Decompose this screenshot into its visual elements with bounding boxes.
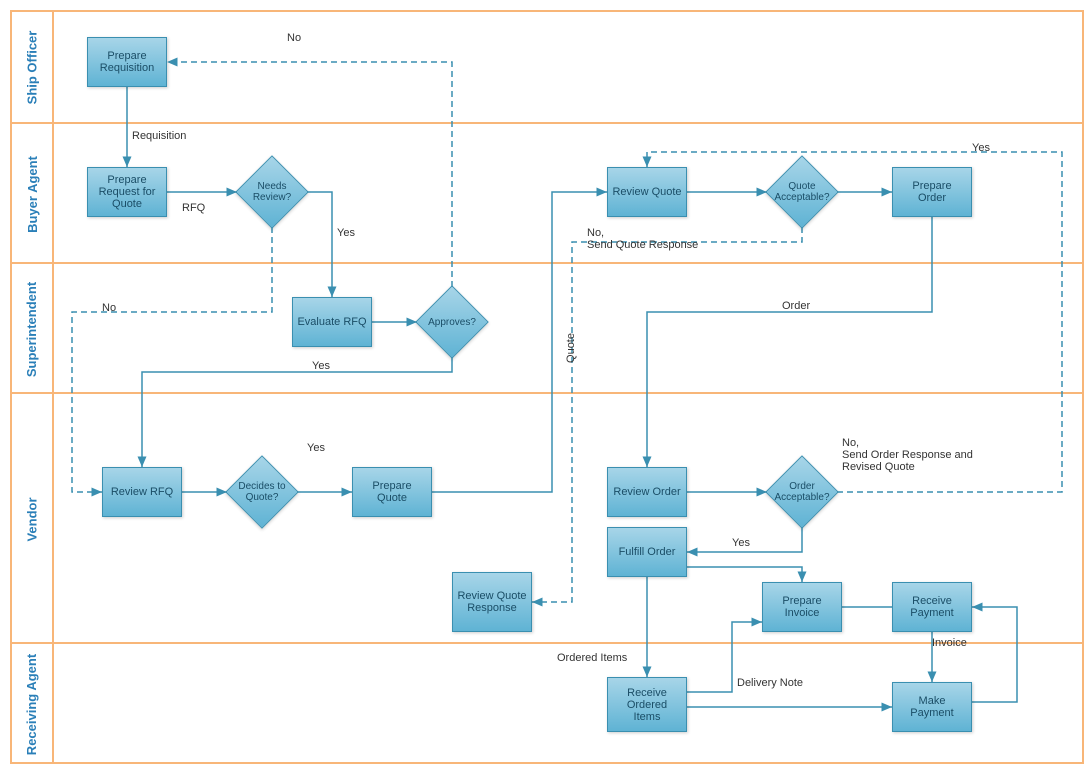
box-make-payment: Make Payment bbox=[892, 682, 972, 732]
label-yes: Yes bbox=[312, 360, 330, 372]
label-quote: Quote bbox=[565, 333, 577, 363]
label-delivery-note: Delivery Note bbox=[737, 677, 803, 689]
decision-needs-review: Needs Review? bbox=[237, 157, 307, 227]
label-ordered-items: Ordered Items bbox=[557, 652, 627, 664]
label-no-send-quote: No, Send Quote Response bbox=[587, 227, 698, 251]
label-no: No bbox=[102, 302, 116, 314]
lane-ship-officer: Ship Officer bbox=[12, 12, 1082, 122]
label-yes: Yes bbox=[337, 227, 355, 239]
label-no-send-order: No, Send Order Response and Revised Quot… bbox=[842, 437, 973, 473]
box-prepare-requisition: Prepare Requisition bbox=[87, 37, 167, 87]
label-invoice: Invoice bbox=[932, 637, 967, 649]
box-prepare-order: Prepare Order bbox=[892, 167, 972, 217]
lane-label: Ship Officer bbox=[12, 12, 54, 122]
label-yes: Yes bbox=[307, 442, 325, 454]
box-prepare-quote: Prepare Quote bbox=[352, 467, 432, 517]
lane-label: Vendor bbox=[12, 394, 54, 644]
label-yes: Yes bbox=[732, 537, 750, 549]
box-receive-ordered-items: Receive Ordered Items bbox=[607, 677, 687, 732]
box-prepare-invoice: Prepare Invoice bbox=[762, 582, 842, 632]
lane-label: Buyer Agent bbox=[12, 124, 54, 264]
label-no: No bbox=[287, 32, 301, 44]
lane-superintendent: Superintendent bbox=[12, 262, 1082, 394]
lane-label: Superintendent bbox=[12, 264, 54, 394]
label-requisition: Requisition bbox=[132, 130, 186, 142]
decision-approves: Approves? bbox=[417, 287, 487, 357]
box-review-order: Review Order bbox=[607, 467, 687, 517]
label-rfq: RFQ bbox=[182, 202, 205, 214]
box-receive-payment: Receive Payment bbox=[892, 582, 972, 632]
decision-decides-quote: Decides to Quote? bbox=[227, 457, 297, 527]
box-prepare-rfq: Prepare Request for Quote bbox=[87, 167, 167, 217]
swimlane-diagram: Ship Officer Buyer Agent Superintendent … bbox=[10, 10, 1084, 764]
lane-label: Receiving Agent bbox=[12, 644, 54, 764]
box-evaluate-rfq: Evaluate RFQ bbox=[292, 297, 372, 347]
box-fulfill-order: Fulfill Order bbox=[607, 527, 687, 577]
box-review-quote-response: Review Quote Response bbox=[452, 572, 532, 632]
decision-order-acceptable: Order Acceptable? bbox=[767, 457, 837, 527]
decision-quote-acceptable: Quote Acceptable? bbox=[767, 157, 837, 227]
box-review-rfq: Review RFQ bbox=[102, 467, 182, 517]
box-review-quote: Review Quote bbox=[607, 167, 687, 217]
label-yes: Yes bbox=[972, 142, 990, 154]
label-order: Order bbox=[782, 300, 810, 312]
